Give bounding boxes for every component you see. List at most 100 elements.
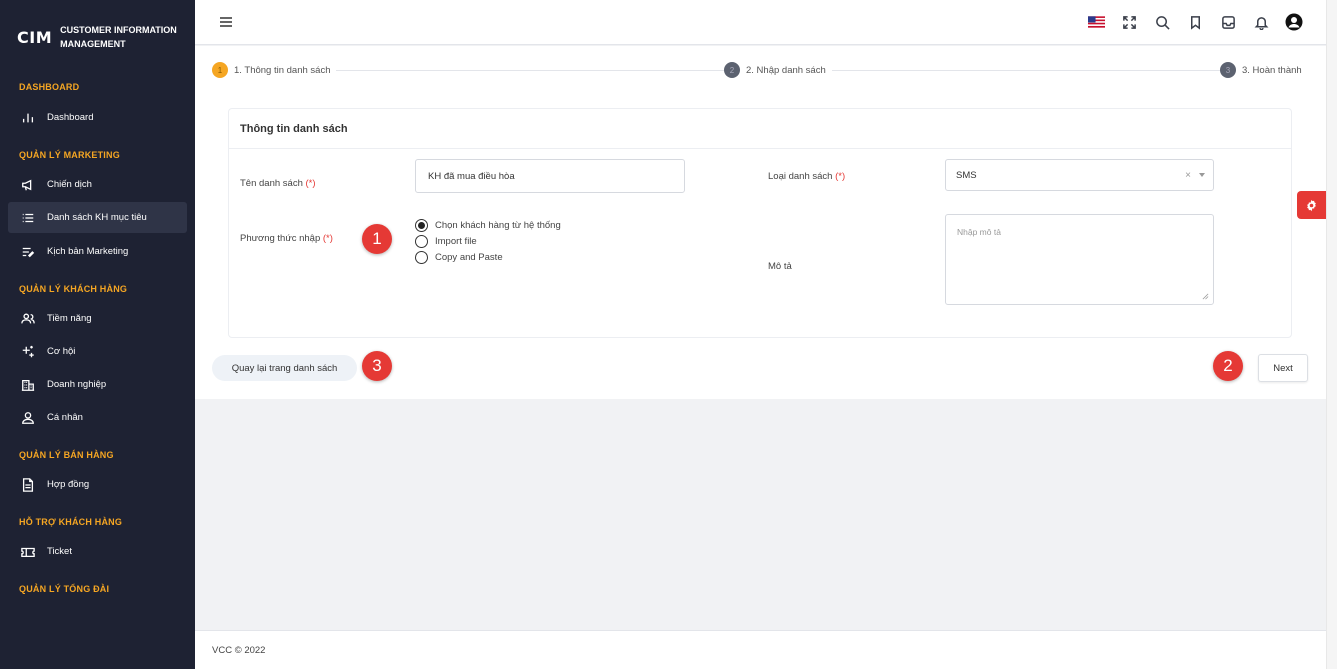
radio-import-file[interactable]: Import file xyxy=(415,233,561,249)
step-label: 2. Nhập danh sách xyxy=(746,64,826,76)
required-mark: (*) xyxy=(322,233,333,244)
gear-icon xyxy=(1307,199,1316,211)
document-icon xyxy=(20,477,36,493)
topbar xyxy=(195,0,1326,45)
list-info-card: Thông tin danh sách Tên danh sách (*) KH… xyxy=(228,108,1292,338)
import-method-radio-group: Chọn khách hàng từ hệ thống Import file … xyxy=(415,217,561,265)
inbox-icon[interactable] xyxy=(1218,12,1238,32)
description-label: Mô tả xyxy=(768,261,792,272)
sidebar-item-campaign[interactable]: Chiến dịch xyxy=(8,169,187,200)
sidebar-item-label: Kịch bản Marketing xyxy=(47,246,129,257)
sidebar-item-target-list[interactable]: Danh sách KH mục tiêu xyxy=(8,202,187,233)
sidebar-item-individual[interactable]: Cá nhân xyxy=(8,402,187,433)
sidebar-section-dashboard: DASHBOARD xyxy=(19,82,80,92)
radio-button[interactable] xyxy=(415,234,428,248)
step-3[interactable]: 3 3. Hoàn thành xyxy=(1220,62,1308,78)
sidebar-item-label: Doanh nghiệp xyxy=(47,379,107,390)
select-controls: × xyxy=(1185,160,1205,190)
radio-select-from-system[interactable]: Chọn khách hàng từ hệ thống xyxy=(415,217,561,233)
description-placeholder: Nhập mô tả xyxy=(957,227,1001,237)
sidebar-item-label: Cá nhân xyxy=(47,412,83,423)
sidebar-section-sales: QUẢN LÝ BÁN HÀNG xyxy=(19,450,114,460)
next-button[interactable]: Next xyxy=(1258,354,1308,382)
stepper: 1 1. Thông tin danh sách 2 2. Nhập danh … xyxy=(212,62,1309,78)
radio-label: Chọn khách hàng từ hệ thống xyxy=(435,219,561,231)
us-flag-icon[interactable] xyxy=(1086,12,1106,32)
list-type-value: SMS xyxy=(956,169,977,181)
card-title: Thông tin danh sách xyxy=(229,109,1291,149)
ticket-icon xyxy=(20,544,36,560)
step-label: 3. Hoàn thành xyxy=(1242,64,1302,76)
brand[interactable]: CIM CUSTOMER INFORMATION MANAGEMENT xyxy=(0,0,195,74)
resize-grip-icon[interactable] xyxy=(1202,293,1209,300)
import-method-label: Phương thức nhập (*) xyxy=(240,233,333,244)
hamburger-menu-icon[interactable] xyxy=(219,15,233,29)
sidebar-item-label: Hợp đồng xyxy=(47,479,90,490)
step-label: 1. Thông tin danh sách xyxy=(234,64,331,76)
sidebar-item-contract[interactable]: Hợp đồng xyxy=(8,469,187,500)
sidebar-item-label: Ticket xyxy=(47,546,72,557)
radio-label: Copy and Paste xyxy=(435,251,503,263)
footer: VCC © 2022 xyxy=(195,630,1326,669)
sparkle-icon xyxy=(20,344,36,360)
sidebar-item-ticket[interactable]: Ticket xyxy=(8,536,187,567)
annotation-badge-3: 3 xyxy=(362,351,392,381)
list-type-label: Loại danh sách (*) xyxy=(768,171,845,182)
step-connector xyxy=(332,70,732,71)
sidebar-item-enterprise[interactable]: Doanh nghiệp xyxy=(8,369,187,400)
radio-button[interactable] xyxy=(415,250,428,264)
account-icon[interactable] xyxy=(1284,12,1304,32)
list-icon xyxy=(20,210,36,226)
step-number: 1 xyxy=(212,62,228,78)
step-1[interactable]: 1 1. Thông tin danh sách xyxy=(212,62,337,78)
bell-icon[interactable] xyxy=(1251,12,1271,32)
brand-logo: CIM xyxy=(17,27,53,47)
step-connector xyxy=(832,70,1222,71)
sidebar-item-label: Cơ hội xyxy=(47,346,76,357)
list-name-input[interactable]: KH đã mua điều hòa xyxy=(415,159,685,193)
brand-name: CUSTOMER INFORMATION MANAGEMENT xyxy=(60,25,177,49)
step-2[interactable]: 2 2. Nhập danh sách xyxy=(724,62,832,78)
sidebar-section-support: HỖ TRỢ KHÁCH HÀNG xyxy=(19,517,123,527)
import-method-label-text: Phương thức nhập xyxy=(240,233,321,244)
fullscreen-icon[interactable] xyxy=(1119,12,1139,32)
building-icon xyxy=(20,377,36,393)
step-number: 3 xyxy=(1220,62,1236,78)
annotation-badge-2: 2 xyxy=(1213,351,1243,381)
users-icon xyxy=(20,311,36,327)
clear-icon[interactable]: × xyxy=(1185,170,1191,181)
step-number: 2 xyxy=(724,62,740,78)
sidebar-item-opportunities[interactable]: Cơ hội xyxy=(8,336,187,367)
list-type-select[interactable]: SMS × xyxy=(945,159,1214,191)
back-to-list-button[interactable]: Quay lại trang danh sách xyxy=(212,355,357,381)
list-name-label: Tên danh sách (*) xyxy=(240,178,316,189)
script-icon xyxy=(20,244,36,260)
user-icon xyxy=(20,410,36,426)
annotation-badge-1: 1 xyxy=(362,224,392,254)
bar-chart-icon xyxy=(20,110,36,126)
search-icon[interactable] xyxy=(1152,12,1172,32)
sidebar-section-customers: QUẢN LÝ KHÁCH HÀNG xyxy=(19,284,128,294)
sidebar-item-leads[interactable]: Tiềm năng xyxy=(8,303,187,334)
list-name-label-text: Tên danh sách xyxy=(240,178,303,189)
sidebar-item-label: Tiềm năng xyxy=(47,313,92,324)
chevron-down-icon[interactable] xyxy=(1199,173,1205,177)
description-textarea[interactable]: Nhập mô tả xyxy=(945,214,1214,305)
bookmark-icon[interactable] xyxy=(1185,12,1205,32)
sidebar-item-marketing-script[interactable]: Kịch bản Marketing xyxy=(8,236,187,267)
radio-copy-paste[interactable]: Copy and Paste xyxy=(415,249,561,265)
required-mark: (*) xyxy=(305,178,316,189)
sidebar-item-dashboard[interactable]: Dashboard xyxy=(8,102,187,133)
required-mark: (*) xyxy=(835,171,846,182)
sidebar-item-label: Chiến dịch xyxy=(47,179,92,190)
sidebar-item-label: Dashboard xyxy=(47,112,94,123)
sidebar-section-marketing: QUẢN LÝ MARKETING xyxy=(19,150,120,160)
main-content: 1 1. Thông tin danh sách 2 2. Nhập danh … xyxy=(195,46,1326,399)
settings-tab[interactable] xyxy=(1297,191,1326,219)
megaphone-icon xyxy=(20,177,36,193)
topbar-actions xyxy=(1073,12,1304,32)
radio-label: Import file xyxy=(435,235,477,247)
radio-button-checked[interactable] xyxy=(415,218,428,232)
page-scrollbar[interactable] xyxy=(1326,0,1337,669)
list-type-label-text: Loại danh sách xyxy=(768,171,833,182)
